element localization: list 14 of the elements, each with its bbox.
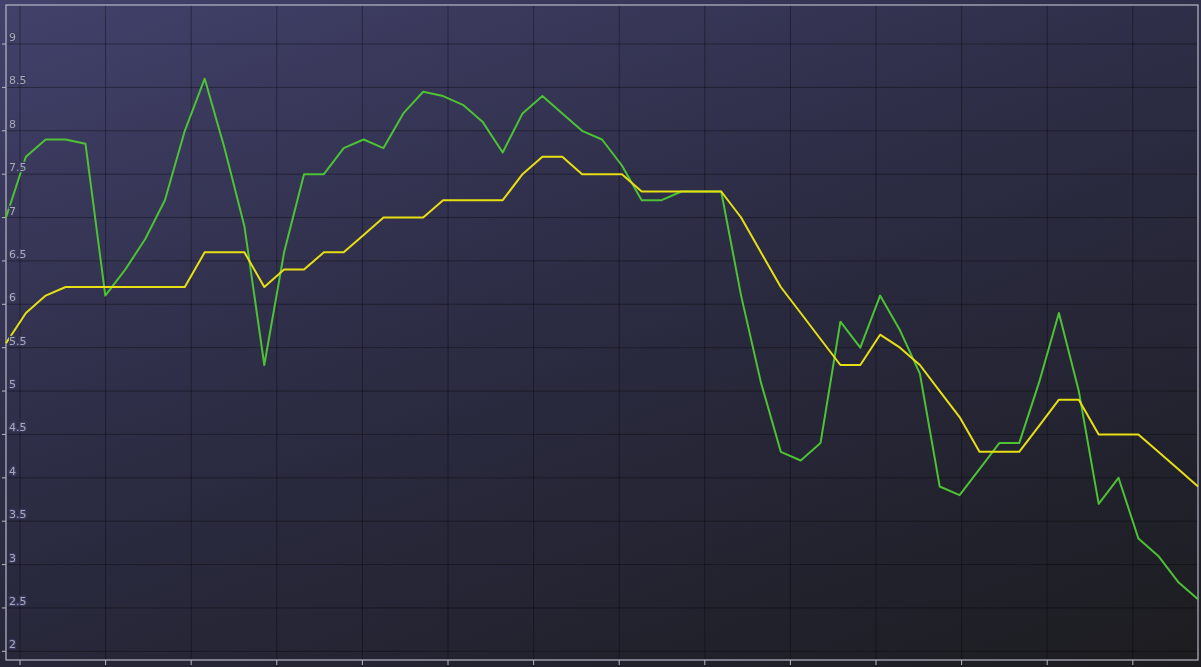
axis-tick-label: 6 <box>9 291 16 305</box>
axis-tick-label: 4 <box>9 464 16 478</box>
axis-tick-label: 6.5 <box>9 247 27 261</box>
axis-tick-label: 3 <box>9 551 16 565</box>
axis-tick-label: 9 <box>9 31 16 45</box>
axis-tick-label: 3.5 <box>9 508 27 522</box>
axis-tick-label: 2.5 <box>9 594 27 608</box>
axis-tick-label: 8 <box>9 117 16 131</box>
axis-tick-label: 7 <box>9 204 16 218</box>
axis-tick-label: 4.5 <box>9 421 27 435</box>
axis-tick-label: 2 <box>9 638 16 652</box>
axis-tick-label: 5 <box>9 378 16 392</box>
axis-tick-label: 5.5 <box>9 334 27 348</box>
axis-tick-label: 8.5 <box>9 74 27 88</box>
